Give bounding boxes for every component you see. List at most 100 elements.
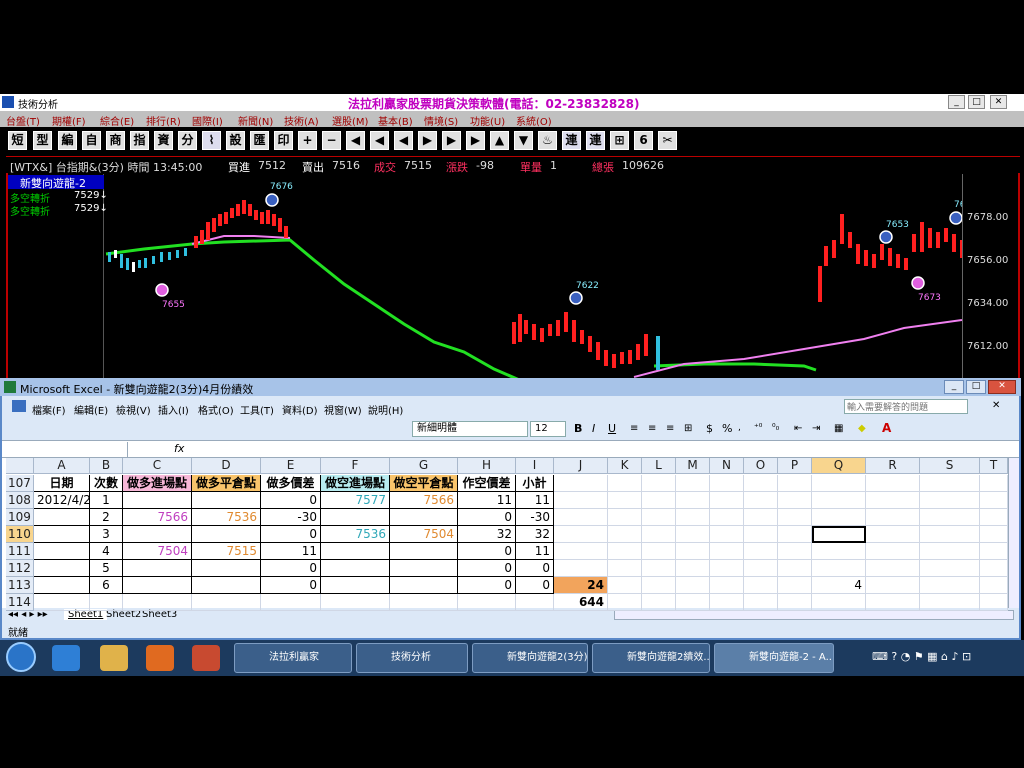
close-button[interactable]: ✕ <box>990 95 1007 109</box>
marker-7673[interactable]: 7673 <box>911 276 941 303</box>
menu-item[interactable]: 排行(R) <box>146 113 181 128</box>
table-cell[interactable]: 11 <box>516 543 554 560</box>
grid-cell[interactable] <box>744 526 778 543</box>
excel-menu-item[interactable]: 編輯(E) <box>74 402 108 417</box>
grid-cell[interactable] <box>980 492 1008 509</box>
marker-7655[interactable]: 7655 <box>155 283 185 310</box>
selected-cell[interactable] <box>812 526 866 543</box>
grid-cell[interactable] <box>812 492 866 509</box>
table-cell[interactable] <box>192 526 261 543</box>
fill-color-icon[interactable]: ◆ <box>858 423 866 434</box>
column-header[interactable]: L <box>642 458 676 474</box>
grid-cell[interactable] <box>866 577 920 594</box>
menu-item[interactable]: 新聞(N) <box>238 113 273 128</box>
grid-cell[interactable] <box>554 509 608 526</box>
grid-cell[interactable] <box>812 509 866 526</box>
table-cell[interactable]: -30 <box>516 509 554 526</box>
grid-cell[interactable] <box>920 577 980 594</box>
nav-left-icon[interactable]: ◀ <box>370 131 389 150</box>
subtotal-cell[interactable]: 24 <box>554 577 608 594</box>
grid-cell[interactable] <box>554 526 608 543</box>
tool-button[interactable]: 指 <box>130 131 149 150</box>
table-cell[interactable]: 0 <box>516 577 554 594</box>
column-header[interactable]: G <box>390 458 458 474</box>
excel-menu-item[interactable]: 視窗(W) <box>324 402 362 417</box>
table-cell[interactable]: 7515 <box>192 543 261 560</box>
table-cell[interactable] <box>192 492 261 509</box>
table-cell[interactable]: 7536 <box>321 526 390 543</box>
table-cell[interactable]: 7504 <box>390 526 458 543</box>
grid-cell[interactable] <box>676 594 710 611</box>
grid-cell[interactable] <box>778 560 812 577</box>
table-header-cell[interactable]: 做空平倉點 <box>390 475 458 492</box>
grid-cell[interactable] <box>866 543 920 560</box>
table-header-cell[interactable]: 做多平倉點 <box>192 475 261 492</box>
table-header-cell[interactable]: 日期 <box>34 475 90 492</box>
grid-cell[interactable] <box>778 577 812 594</box>
table-cell[interactable]: 0 <box>516 560 554 577</box>
menu-item[interactable]: 綜合(E) <box>100 113 134 128</box>
grid-cell[interactable] <box>920 594 980 611</box>
grid-cell[interactable] <box>778 594 812 611</box>
grid-cell[interactable] <box>710 577 744 594</box>
excel-menu-item[interactable]: 檔案(F) <box>32 402 66 417</box>
ie-icon[interactable] <box>52 645 80 671</box>
grid-cell[interactable] <box>676 475 710 492</box>
start-button[interactable] <box>6 642 36 672</box>
grid-cell[interactable] <box>90 594 123 611</box>
system-tray[interactable]: ⌨ ? ◔ ⚑ ▦ ⌂ ♪ ⊡ <box>872 650 1020 666</box>
grid-cell[interactable] <box>390 594 458 611</box>
grid-cell[interactable] <box>608 526 642 543</box>
table-header-cell[interactable]: 次數 <box>90 475 123 492</box>
font-size-select[interactable]: 12 <box>530 421 566 437</box>
grid-cell[interactable] <box>710 492 744 509</box>
currency-button[interactable]: $ <box>706 422 713 435</box>
table-cell[interactable] <box>390 577 458 594</box>
table-cell[interactable]: 3 <box>90 526 123 543</box>
table-cell[interactable] <box>34 577 90 594</box>
grid-cell[interactable] <box>608 509 642 526</box>
table-cell[interactable]: 0 <box>261 560 321 577</box>
bold-button[interactable]: B <box>574 422 582 435</box>
grid-cell[interactable] <box>123 594 192 611</box>
grid-cell[interactable] <box>920 543 980 560</box>
table-cell[interactable] <box>321 509 390 526</box>
grid-cell[interactable] <box>710 543 744 560</box>
table-cell[interactable]: 11 <box>458 492 516 509</box>
table-cell[interactable]: 0 <box>458 577 516 594</box>
grid-cell[interactable] <box>676 577 710 594</box>
taskbar-item[interactable]: 技術分析 <box>356 643 468 673</box>
column-header[interactable]: Q <box>812 458 866 474</box>
grid-cell[interactable] <box>980 577 1008 594</box>
grid-cell[interactable] <box>642 577 676 594</box>
taskbar-item[interactable]: 新雙向遊龍2(3分)... <box>472 643 588 673</box>
table-cell[interactable]: -30 <box>261 509 321 526</box>
indent-icon[interactable]: ⇥ <box>812 423 820 434</box>
tool-chart-icon[interactable]: ⌇ <box>202 131 221 150</box>
grid-cell[interactable] <box>710 526 744 543</box>
menu-item[interactable]: 國際(I) <box>192 113 223 128</box>
table-cell[interactable] <box>123 560 192 577</box>
grid-cell[interactable] <box>778 475 812 492</box>
table-cell[interactable] <box>34 543 90 560</box>
grid-cell[interactable] <box>866 594 920 611</box>
grid-cell[interactable] <box>980 594 1008 611</box>
table-header-cell[interactable]: 作空價差 <box>458 475 516 492</box>
column-header[interactable]: I <box>516 458 554 474</box>
menu-item[interactable]: 台盤(T) <box>6 113 40 128</box>
align-left-icon[interactable]: ≡ <box>630 423 638 434</box>
zoom-in-button[interactable]: + <box>298 131 317 150</box>
percent-button[interactable]: % <box>722 422 732 435</box>
tool-button[interactable]: 資 <box>154 131 173 150</box>
table-cell[interactable] <box>34 526 90 543</box>
table-cell[interactable]: 0 <box>458 560 516 577</box>
table-cell[interactable]: 32 <box>516 526 554 543</box>
table-cell[interactable]: 11 <box>261 543 321 560</box>
table-cell[interactable] <box>34 509 90 526</box>
italic-button[interactable]: I <box>592 422 595 435</box>
grid-cell[interactable] <box>554 560 608 577</box>
grid-icon[interactable]: ⊞ <box>610 131 629 150</box>
grid-cell[interactable] <box>608 475 642 492</box>
excel-menu-item[interactable]: 工具(T) <box>240 402 274 417</box>
row-header[interactable]: 108 <box>6 492 34 509</box>
